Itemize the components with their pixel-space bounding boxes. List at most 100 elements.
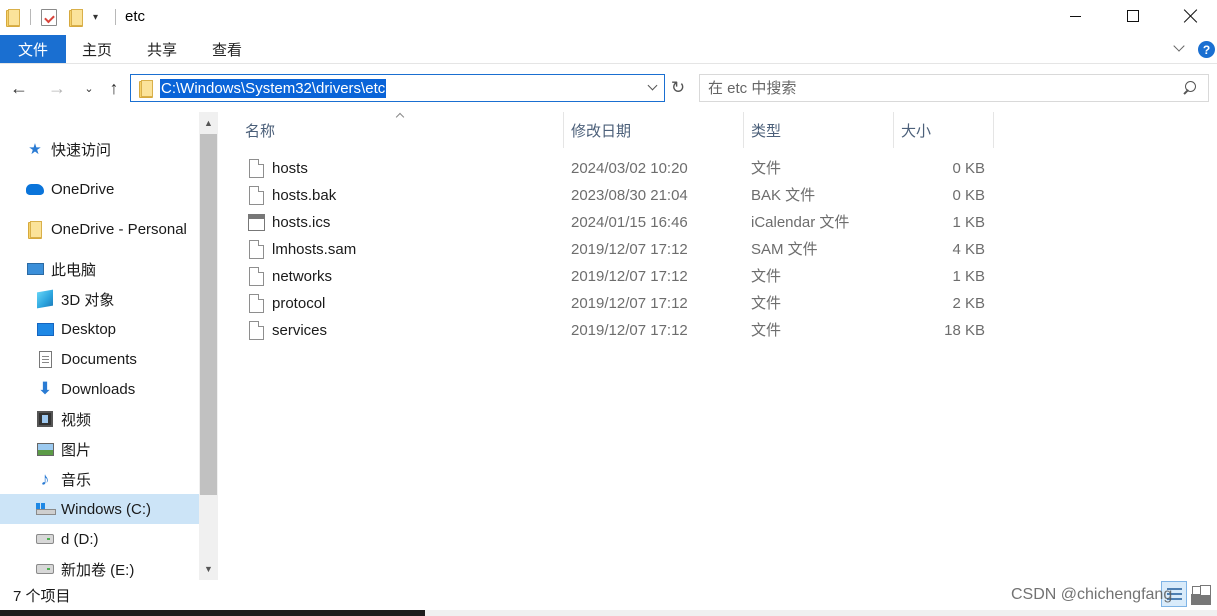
- file-date: 2019/12/07 17:12: [571, 295, 688, 312]
- file-name: hosts.bak: [272, 187, 337, 204]
- forward-button[interactable]: →: [46, 77, 68, 99]
- download-icon: ⬇: [37, 379, 53, 398]
- nav-item-music[interactable]: ♪ 音乐: [36, 464, 92, 494]
- nav-item-windows-c[interactable]: Windows (C:): [0, 494, 199, 524]
- minimize-icon: [1069, 15, 1081, 17]
- nav-item-downloads[interactable]: ⬇ Downloads: [36, 374, 135, 404]
- minimize-button[interactable]: [1046, 0, 1104, 32]
- nav-item-quick-access[interactable]: ★ 快速访问: [26, 134, 111, 164]
- taskbar-edge: [0, 610, 1217, 616]
- cloud-icon: [26, 180, 44, 198]
- file-list: 名称 修改日期 类型 大小 hosts 2024/03/02 10:20 文件 …: [218, 112, 1217, 580]
- file-size: 0 KB: [952, 187, 985, 204]
- maximize-icon: [1127, 10, 1139, 22]
- title-separator: [115, 9, 116, 25]
- chevron-down-icon: ⌄: [84, 82, 94, 95]
- ribbon: 文件 主页 共享 查看 ?: [0, 34, 1217, 64]
- file-row[interactable]: hosts.bak 2023/08/30 21:04 BAK 文件 0 KB: [218, 182, 994, 209]
- file-icon: [249, 267, 264, 286]
- column-header-date-modified[interactable]: 修改日期: [564, 112, 744, 148]
- address-history-chevron-down-icon[interactable]: [646, 81, 660, 95]
- customize-toolbar-dropdown[interactable]: ▾: [93, 12, 98, 23]
- file-row[interactable]: lmhosts.sam 2019/12/07 17:12 SAM 文件 4 KB: [218, 236, 994, 263]
- nav-item-label: Windows (C:): [61, 500, 152, 518]
- nav-item-label: d (D:): [61, 530, 99, 548]
- tab-home[interactable]: 主页: [82, 35, 112, 63]
- file-row[interactable]: services 2019/12/07 17:12 文件 18 KB: [218, 317, 994, 344]
- file-row[interactable]: hosts 2024/03/02 10:20 文件 0 KB: [218, 155, 994, 182]
- nav-item-label: 此电脑: [51, 261, 97, 279]
- navigation-scrollbar[interactable]: ▲ ▼: [199, 112, 218, 580]
- file-row[interactable]: protocol 2019/12/07 17:12 文件 2 KB: [218, 290, 994, 317]
- address-path[interactable]: C:\Windows\System32\drivers\etc: [160, 79, 387, 98]
- nav-item-pictures[interactable]: 图片: [36, 434, 91, 464]
- recent-locations-button[interactable]: ⌄: [78, 77, 100, 99]
- search-box[interactable]: [699, 74, 1209, 102]
- nav-item-label: 音乐: [61, 471, 92, 489]
- column-header-type[interactable]: 类型: [744, 112, 894, 148]
- nav-item-onedrive-personal[interactable]: OneDrive - Personal: [26, 214, 187, 244]
- tab-file[interactable]: 文件: [0, 35, 66, 63]
- taskbar-dark-segment: [0, 610, 425, 616]
- folder-icon: [6, 8, 20, 27]
- nav-item-3d-objects[interactable]: 3D 对象: [36, 284, 114, 314]
- file-size: 18 KB: [944, 322, 985, 339]
- file-type: 文件: [751, 322, 782, 339]
- navigation-pane: ★ 快速访问 OneDrive OneDrive - Personal 此电脑 …: [0, 112, 218, 580]
- new-folder-icon[interactable]: [69, 8, 83, 27]
- nav-item-this-pc[interactable]: 此电脑: [26, 254, 96, 284]
- tab-view[interactable]: 查看: [212, 35, 242, 63]
- refresh-button[interactable]: ↻: [666, 74, 690, 102]
- nav-item-label: Downloads: [61, 380, 136, 398]
- nav-item-drive-d[interactable]: d (D:): [36, 524, 99, 554]
- file-size: 1 KB: [952, 268, 985, 285]
- folder-icon: [139, 80, 153, 98]
- back-button[interactable]: ←: [8, 77, 30, 99]
- large-icons-view-icon[interactable]: [1190, 584, 1211, 605]
- file-row[interactable]: networks 2019/12/07 17:12 文件 1 KB: [218, 263, 994, 290]
- file-type: 文件: [751, 160, 782, 177]
- column-header-size[interactable]: 大小: [894, 112, 994, 148]
- search-input[interactable]: [708, 79, 1168, 98]
- arrow-left-icon: ←: [10, 77, 28, 98]
- file-date: 2023/08/30 21:04: [571, 187, 688, 204]
- column-header-name[interactable]: 名称: [218, 112, 564, 148]
- file-type: SAM 文件: [751, 241, 818, 258]
- file-date: 2019/12/07 17:12: [571, 241, 688, 258]
- file-date: 2024/01/15 16:46: [571, 214, 688, 231]
- star-icon: ★: [28, 141, 42, 158]
- file-name: services: [272, 322, 328, 339]
- sort-ascending-icon: [395, 111, 405, 119]
- file-type: 文件: [751, 268, 782, 285]
- file-row[interactable]: hosts.ics 2024/01/15 16:46 iCalendar 文件 …: [218, 209, 994, 236]
- file-name: hosts.ics: [272, 214, 331, 231]
- quick-access-toolbar: ▾: [6, 7, 98, 27]
- file-date: 2019/12/07 17:12: [571, 268, 688, 285]
- nav-item-label: OneDrive: [51, 180, 115, 198]
- address-bar[interactable]: C:\Windows\System32\drivers\etc: [130, 74, 665, 102]
- nav-item-videos[interactable]: 视频: [36, 404, 91, 434]
- scroll-down-arrow-icon[interactable]: ▼: [199, 560, 218, 578]
- search-icon: [1182, 81, 1196, 95]
- cube-icon: [36, 289, 54, 309]
- expand-ribbon-chevron-down-icon[interactable]: [1173, 42, 1185, 54]
- watermark: CSDN @chichengfang: [1011, 586, 1173, 603]
- folder-icon: [26, 220, 44, 239]
- title-bar: ▾ etc: [0, 0, 1217, 34]
- scrollbar-thumb[interactable]: [200, 134, 217, 495]
- scroll-up-arrow-icon[interactable]: ▲: [199, 114, 218, 132]
- column-header-label: 名称: [245, 122, 276, 140]
- maximize-button[interactable]: [1104, 0, 1162, 32]
- tab-share[interactable]: 共享: [147, 35, 177, 63]
- file-type: iCalendar 文件: [751, 214, 850, 231]
- file-name: hosts: [272, 160, 308, 177]
- up-button[interactable]: ↑: [103, 77, 125, 99]
- nav-item-desktop[interactable]: Desktop: [36, 314, 116, 344]
- nav-item-label: Desktop: [61, 320, 117, 338]
- nav-item-onedrive[interactable]: OneDrive: [26, 174, 114, 204]
- properties-icon[interactable]: [41, 8, 57, 26]
- nav-item-documents[interactable]: Documents: [36, 344, 137, 374]
- help-icon[interactable]: ?: [1198, 41, 1215, 58]
- window-title: etc: [125, 8, 146, 25]
- close-button[interactable]: [1162, 0, 1217, 32]
